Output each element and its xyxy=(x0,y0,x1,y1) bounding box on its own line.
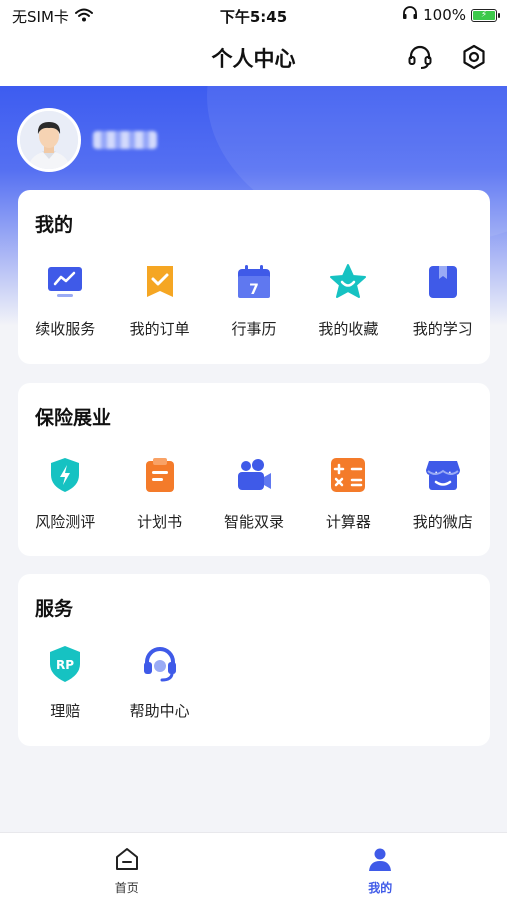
star-icon xyxy=(328,262,368,302)
section-title-my: 我的 xyxy=(35,214,74,236)
status-right: 100% ⚡ xyxy=(402,6,500,24)
shield-bolt-icon xyxy=(45,455,85,495)
battery-percent: 100% xyxy=(423,6,466,24)
calculator-icon xyxy=(328,455,368,495)
grid-label: 理赔 xyxy=(50,702,81,720)
svg-text:RP: RP xyxy=(56,658,74,672)
home-icon xyxy=(113,845,141,873)
clipboard-icon xyxy=(140,455,180,495)
headset-help-icon xyxy=(140,644,180,684)
grid-item-dual-recording[interactable]: 智能双录 xyxy=(207,455,301,532)
insurance-section-card: 保险展业 风险测评 计划书 智能双录 计算器 我的微店 xyxy=(18,383,490,556)
battery-icon: ⚡ xyxy=(471,8,500,22)
shop-icon xyxy=(423,455,463,495)
grid-label: 计算器 xyxy=(325,513,371,531)
grid-label: 我的收藏 xyxy=(318,320,379,338)
grid-item-renewal-service[interactable]: 续收服务 xyxy=(18,262,112,339)
grid-item-proposal[interactable]: 计划书 xyxy=(112,455,206,532)
grid-item-favorites[interactable]: 我的收藏 xyxy=(301,262,395,339)
grid-label: 续收服务 xyxy=(35,320,96,338)
grid-item-my-shop[interactable]: 我的微店 xyxy=(396,455,490,532)
calendar-icon: 7 xyxy=(234,262,274,302)
avatar[interactable] xyxy=(17,108,81,172)
grid-item-calculator[interactable]: 计算器 xyxy=(301,455,395,532)
grid-item-my-orders[interactable]: 我的订单 xyxy=(112,262,206,339)
tab-label-home: 首页 xyxy=(114,881,139,895)
grid-item-claims[interactable]: RP 理赔 xyxy=(18,644,112,721)
settings-icon[interactable] xyxy=(459,42,489,72)
tab-home[interactable]: 首页 xyxy=(0,833,254,900)
rp-shield-icon: RP xyxy=(45,644,85,684)
tab-label-mine: 我的 xyxy=(368,881,393,895)
service-grid: RP 理赔 帮助中心 xyxy=(18,644,490,721)
grid-label: 我的学习 xyxy=(412,320,473,338)
grid-label: 帮助中心 xyxy=(129,702,190,720)
svg-text:7: 7 xyxy=(249,282,259,298)
user-icon xyxy=(366,845,394,873)
section-title-service: 服务 xyxy=(35,598,74,620)
book-icon xyxy=(423,262,463,302)
headset-icon[interactable] xyxy=(405,42,435,72)
my-section-card: 我的 续收服务 我的订单 7 行事历 我的收藏 我的学习 xyxy=(18,190,490,364)
video-record-icon xyxy=(234,455,274,495)
nav-bar: 个人中心 xyxy=(0,30,507,86)
service-section-card: 服务 RP 理赔 帮助中心 xyxy=(18,574,490,746)
grid-item-help-center[interactable]: 帮助中心 xyxy=(112,644,206,721)
profile[interactable] xyxy=(17,108,157,172)
monitor-chart-icon xyxy=(45,262,85,302)
grid-item-risk-assessment[interactable]: 风险测评 xyxy=(18,455,112,532)
order-bookmark-icon xyxy=(140,262,180,302)
username-masked xyxy=(93,131,157,149)
status-bar: 无SIM卡 下午5:45 100% ⚡ xyxy=(0,0,507,30)
section-title-insurance: 保险展业 xyxy=(35,407,112,429)
tab-bar: 首页 我的 xyxy=(0,832,507,900)
grid-item-my-learning[interactable]: 我的学习 xyxy=(396,262,490,339)
insurance-grid: 风险测评 计划书 智能双录 计算器 我的微店 xyxy=(18,455,490,532)
grid-label: 智能双录 xyxy=(223,513,284,531)
grid-label: 行事历 xyxy=(231,320,277,338)
grid-label: 我的订单 xyxy=(129,320,190,338)
my-grid: 续收服务 我的订单 7 行事历 我的收藏 我的学习 xyxy=(18,262,490,339)
grid-label: 我的微店 xyxy=(412,513,473,531)
grid-label: 计划书 xyxy=(137,513,183,531)
tab-mine[interactable]: 我的 xyxy=(254,833,507,900)
grid-item-calendar[interactable]: 7 行事历 xyxy=(207,262,301,339)
grid-label: 风险测评 xyxy=(35,513,96,531)
headphones-icon xyxy=(402,6,418,24)
